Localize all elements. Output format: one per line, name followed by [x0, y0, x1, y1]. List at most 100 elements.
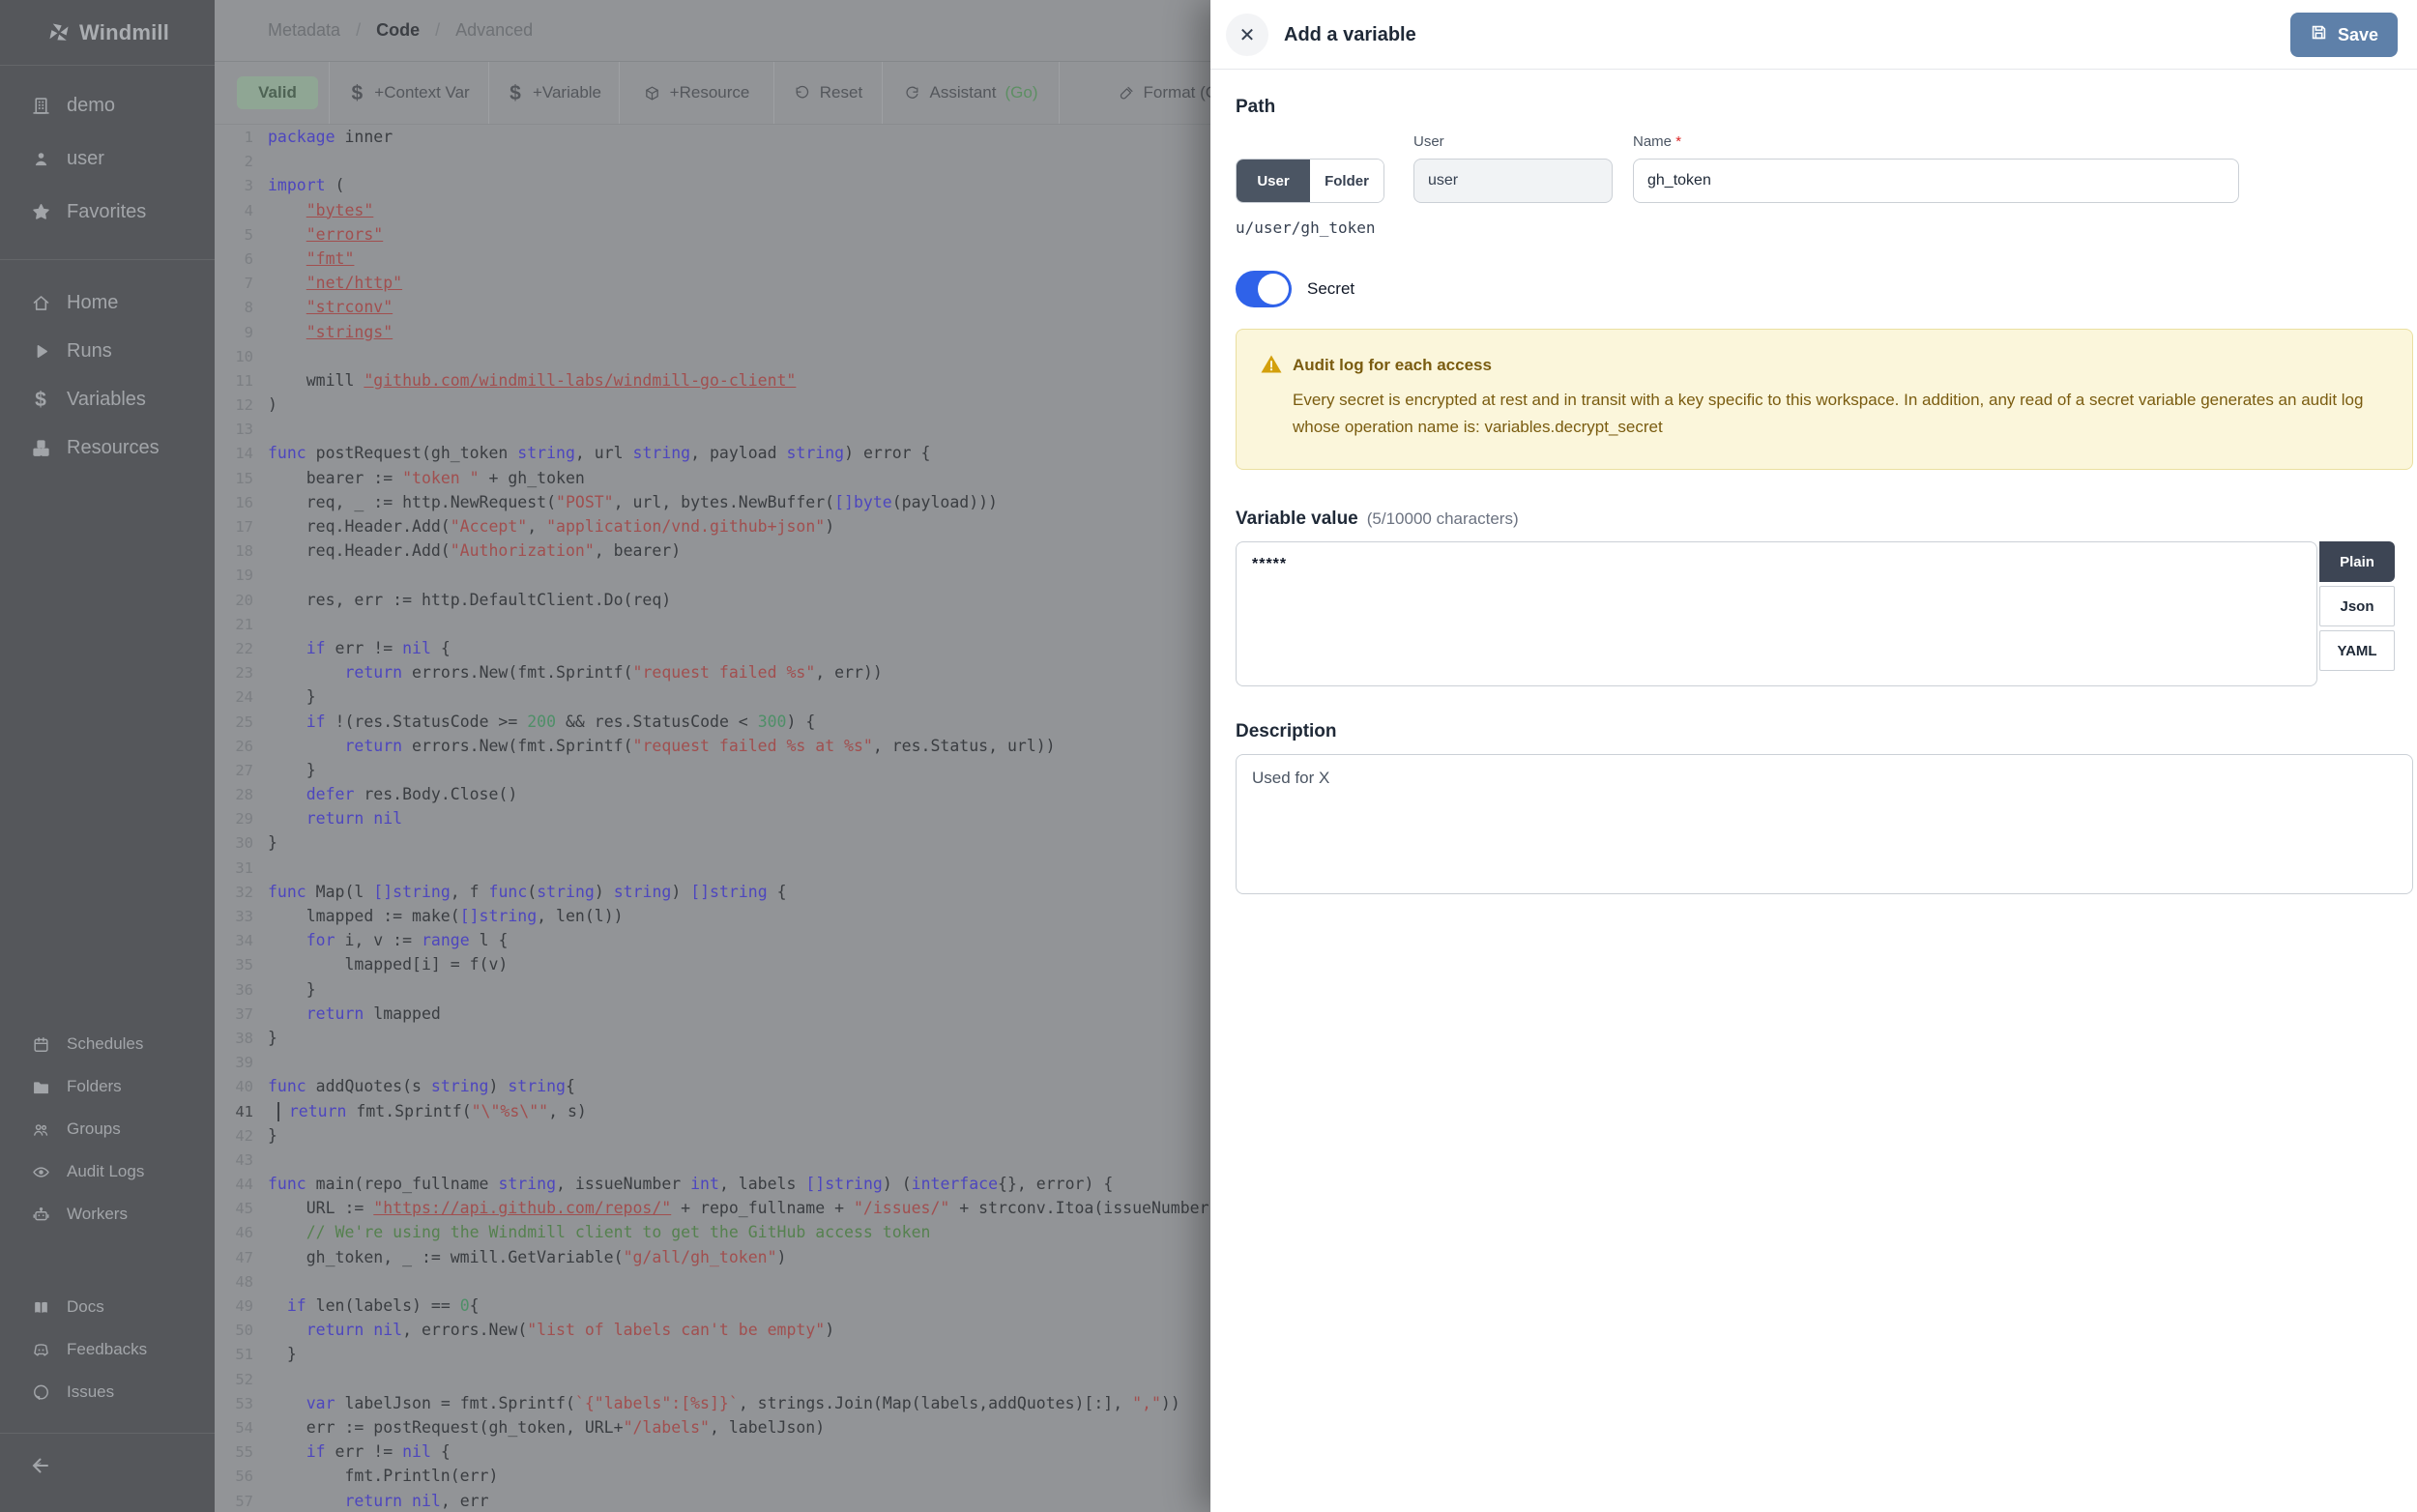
- folder-icon: [29, 1075, 52, 1098]
- sidebar-item-issues[interactable]: Issues: [0, 1371, 215, 1413]
- drawer-header: ✕ Add a variable Save: [1210, 0, 2417, 70]
- line-number: 52: [215, 1368, 268, 1392]
- line-number: 11: [215, 369, 268, 393]
- line-number: 17: [215, 515, 268, 539]
- sidebar-item-user[interactable]: user: [0, 132, 215, 186]
- arrow-left-icon: [29, 1454, 52, 1482]
- close-icon[interactable]: ✕: [1226, 14, 1268, 56]
- eye-icon: [29, 1160, 52, 1183]
- line-number: 41: [215, 1100, 268, 1124]
- line-number: 23: [215, 661, 268, 685]
- sidebar-item-label: Folders: [67, 1077, 122, 1096]
- github-icon: [29, 1381, 52, 1404]
- tab-code[interactable]: Code: [376, 20, 420, 41]
- sidebar-item-label: Resources: [67, 437, 160, 459]
- variable-name-input[interactable]: [1633, 159, 2239, 203]
- tab-metadata[interactable]: Metadata: [268, 20, 340, 41]
- windmill-logo-icon: [46, 20, 72, 45]
- format-button-yaml[interactable]: YAML: [2319, 630, 2395, 671]
- line-number: 22: [215, 637, 268, 661]
- line-number: 12: [215, 393, 268, 418]
- sidebar-item-folders[interactable]: Folders: [0, 1065, 215, 1108]
- toolbar-button-context-var[interactable]: $+Context Var: [329, 62, 488, 124]
- owner-kind-user-option[interactable]: User: [1237, 160, 1310, 202]
- sidebar-item-docs[interactable]: Docs: [0, 1286, 215, 1328]
- line-number: 44: [215, 1173, 268, 1197]
- floppy-disk-icon: [2310, 23, 2328, 46]
- dollar-icon: $: [29, 388, 52, 411]
- toolbar-buttons: $+Context Var$+Variable+ResourceResetAss…: [329, 62, 1310, 124]
- line-number: 8: [215, 296, 268, 320]
- sidebar-item-resources[interactable]: Resources: [0, 423, 215, 472]
- line-number: 47: [215, 1246, 268, 1270]
- tab-advanced[interactable]: Advanced: [455, 20, 533, 41]
- toolbar-button-assistant[interactable]: Assistant (Go): [882, 62, 1059, 124]
- sidebar-item-home[interactable]: Home: [0, 278, 215, 327]
- sidebar-item-variables[interactable]: $Variables: [0, 375, 215, 423]
- sidebar-item-label: Runs: [67, 340, 112, 363]
- line-number: 33: [215, 905, 268, 929]
- sidebar-item-favorites[interactable]: Favorites: [0, 186, 215, 239]
- sidebar-item-workers[interactable]: Workers: [0, 1193, 215, 1236]
- line-number: 35: [215, 953, 268, 977]
- calendar-icon: [29, 1032, 52, 1056]
- sidebar-item-schedules[interactable]: Schedules: [0, 1023, 215, 1065]
- sidebar-item-label: Workers: [67, 1205, 128, 1224]
- secret-toggle[interactable]: [1236, 271, 1292, 307]
- toolbar-button-resource[interactable]: +Resource: [619, 62, 773, 124]
- sidebar-admin-group: Schedules Folders GroupsAudit Logs Workers: [0, 1023, 215, 1236]
- groups-icon: [29, 1118, 52, 1141]
- sidebar-item-label: Favorites: [67, 201, 146, 223]
- line-number: 38: [215, 1027, 268, 1051]
- sidebar-item-runs[interactable]: Runs: [0, 327, 215, 375]
- format-button-json[interactable]: Json: [2319, 586, 2395, 626]
- line-number: 51: [215, 1343, 268, 1367]
- toolbar-button-label: +Variable: [533, 83, 601, 102]
- toolbar-button-label: +Resource: [670, 83, 750, 102]
- line-number: 18: [215, 539, 268, 564]
- line-number: 49: [215, 1294, 268, 1319]
- sidebar-main-group: Home Runs $Variables Resources: [0, 278, 215, 472]
- line-number: 30: [215, 831, 268, 856]
- line-number: 24: [215, 685, 268, 710]
- owner-kind-segmented-control: User Folder: [1236, 159, 1384, 203]
- line-number: 26: [215, 735, 268, 759]
- path-heading: Path: [1236, 97, 1275, 118]
- line-number: 29: [215, 807, 268, 831]
- warning-body: Every secret is encrypted at rest and in…: [1293, 387, 2366, 441]
- toolbar-button-variable[interactable]: $+Variable: [488, 62, 619, 124]
- line-number: 14: [215, 442, 268, 466]
- collapse-sidebar-button[interactable]: [0, 1440, 215, 1495]
- line-number: 53: [215, 1392, 268, 1416]
- description-textarea[interactable]: [1236, 754, 2413, 894]
- line-number: 5: [215, 223, 268, 247]
- line-number: 32: [215, 881, 268, 905]
- line-number: 6: [215, 247, 268, 272]
- owner-input[interactable]: [1413, 159, 1613, 203]
- sidebar-item-groups[interactable]: Groups: [0, 1108, 215, 1150]
- line-number: 37: [215, 1003, 268, 1027]
- sidebar-item-feedbacks[interactable]: Feedbacks: [0, 1328, 215, 1371]
- line-number: 15: [215, 467, 268, 491]
- sidebar-divider: [0, 259, 215, 260]
- breadcrumb-separator: /: [435, 20, 440, 41]
- variable-value-textarea[interactable]: [1236, 541, 2317, 686]
- format-button-plain[interactable]: Plain: [2319, 541, 2395, 582]
- toolbar-button-reset[interactable]: Reset: [773, 62, 882, 124]
- name-field-label: Name *: [1633, 133, 1681, 150]
- save-button[interactable]: Save: [2290, 13, 2398, 57]
- sidebar-item-demo[interactable]: demo: [0, 79, 215, 132]
- line-number: 57: [215, 1490, 268, 1512]
- windmill-logo[interactable]: Windmill: [0, 0, 215, 66]
- play-icon: [29, 339, 52, 363]
- book-icon: [29, 1295, 52, 1319]
- user-field-label: User: [1413, 133, 1444, 150]
- toolbar-button-label: Assistant: [930, 83, 997, 102]
- sidebar-item-audit-logs[interactable]: Audit Logs: [0, 1150, 215, 1193]
- variable-value-heading-row: Variable value (5/10000 characters): [1236, 509, 1519, 530]
- line-number: 9: [215, 321, 268, 345]
- owner-kind-folder-option[interactable]: Folder: [1310, 160, 1383, 202]
- sidebar-divider: [0, 1433, 215, 1434]
- line-number: 19: [215, 564, 268, 588]
- line-number: 20: [215, 589, 268, 613]
